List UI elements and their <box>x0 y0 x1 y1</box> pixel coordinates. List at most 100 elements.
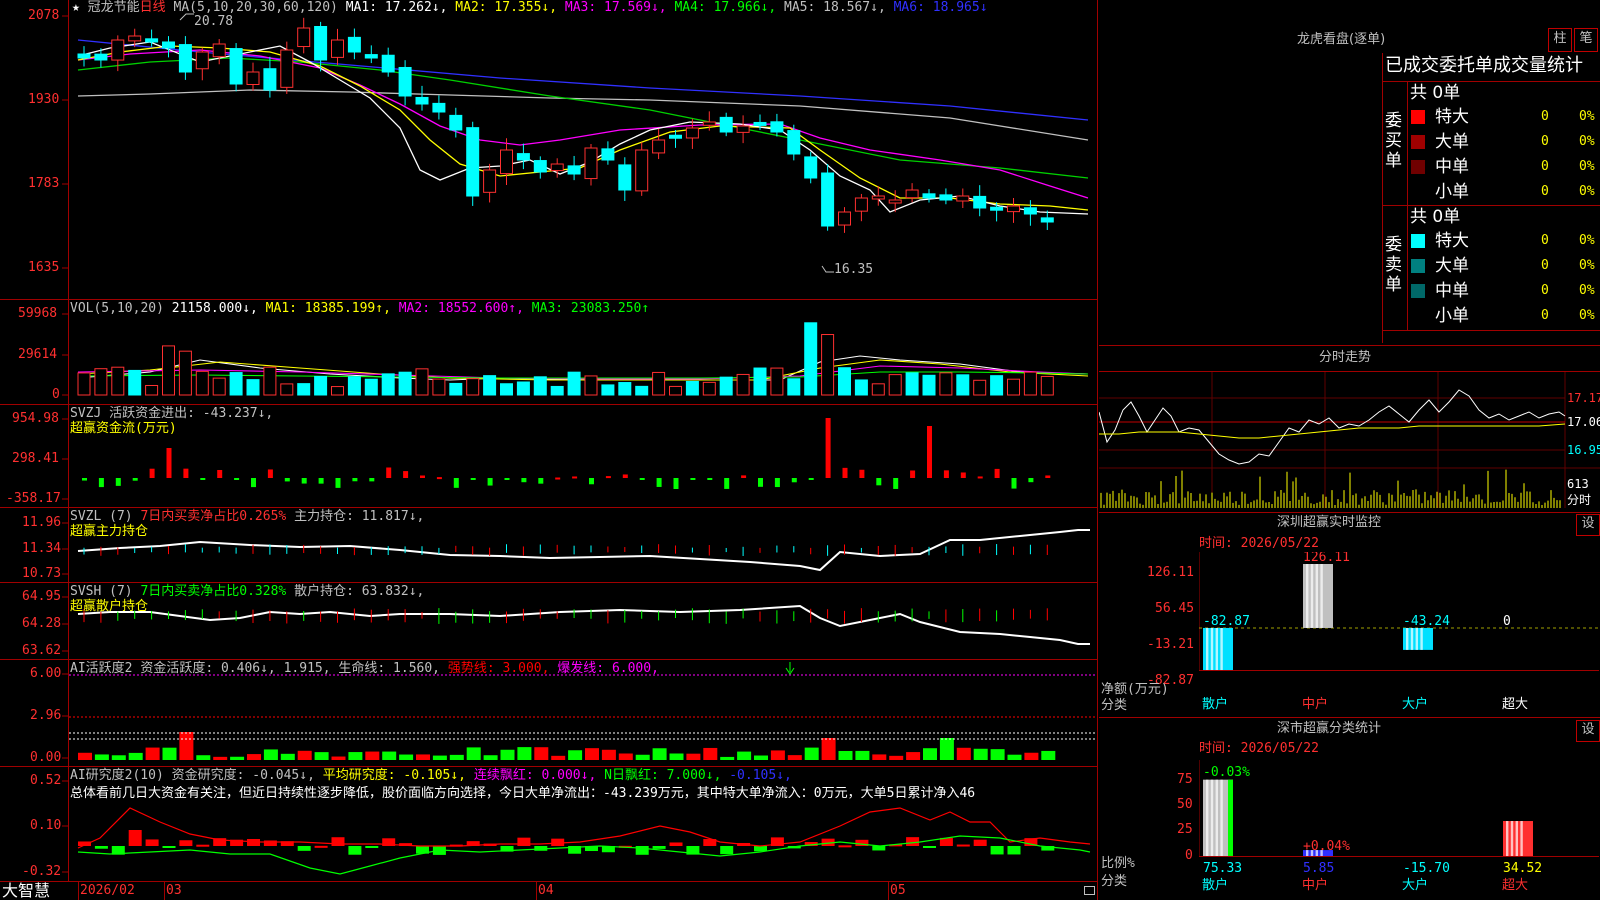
volume-bar <box>381 373 395 396</box>
money-flow-bar <box>724 478 730 489</box>
volume-bar <box>77 372 91 396</box>
activity-bar <box>314 752 329 760</box>
svzl-axis-label: 11.34 <box>22 541 62 556</box>
money-flow-bar <box>149 468 155 478</box>
intraday-chart[interactable] <box>1099 372 1600 512</box>
monitor-settings-button[interactable]: 设 <box>1576 514 1600 536</box>
sell-swatch <box>1411 284 1425 298</box>
svsh-axis-label: 63.62 <box>22 643 62 658</box>
category-label: 大户 <box>1402 878 1429 893</box>
research-bar <box>754 846 767 852</box>
sell-swatch <box>1411 234 1425 248</box>
lock-icon[interactable] <box>1084 886 1095 895</box>
candle <box>347 36 361 53</box>
ratio-bar <box>1203 779 1233 856</box>
volume-bar <box>212 377 226 396</box>
money-flow-bar <box>1045 475 1051 478</box>
candle <box>364 54 378 59</box>
candle <box>550 163 564 172</box>
volume-bar <box>94 368 108 396</box>
buy-row-name: 中单 <box>1435 157 1469 177</box>
bar-mode-button[interactable]: 柱 <box>1548 28 1572 52</box>
money-flow-bar <box>1011 478 1017 489</box>
ai-research-summary: 总体看前几日大资金有关注，但近日持续性逐步降低，股价面临方向选择，今日大单净流出… <box>70 786 976 801</box>
research-bar <box>128 830 142 846</box>
activity-bar <box>247 754 261 760</box>
category-label: 散户 <box>1202 697 1229 712</box>
ma6-value: MA6: 18.965↓ <box>893 0 988 15</box>
activity-bar <box>1041 750 1056 760</box>
candle <box>939 194 953 201</box>
ma4-value: MA4: 17.966↓, <box>674 0 777 15</box>
research-bar <box>923 846 936 848</box>
monitor-axis-label: -13.21 <box>1147 637 1194 652</box>
volume-bar <box>905 372 919 396</box>
vol-ma1: MA1: 18385.199↑, <box>265 301 391 316</box>
svzl-header: SVZL (7) 7日内买卖净占比0.265% 主力持仓: 11.817↓, <box>70 509 424 525</box>
intraday-axis-label: 17.17 <box>1567 391 1600 405</box>
research-bar <box>517 837 531 846</box>
buy-row-percent: 0% <box>1579 159 1595 174</box>
svsh-spec: SVSH (7) <box>70 584 133 599</box>
sell-row-value: 0 <box>1541 283 1549 298</box>
candle <box>905 189 919 199</box>
volume-bar <box>246 379 260 396</box>
monitor-chart[interactable]: -82.87 126.11 -43.24 0 <box>1199 552 1599 712</box>
main-chart-area[interactable]: 2078 1930 1783 1635 59968 29614 0 954.98… <box>0 0 1098 900</box>
ratio-value: -15.70 <box>1403 861 1450 876</box>
chart-canvas[interactable] <box>0 0 1098 900</box>
volume-bar <box>111 366 125 396</box>
classify-chart[interactable]: 75.33 5.85 -15.70 34.52 -0.03% +0.04% <box>1199 760 1599 880</box>
volume-bar <box>635 385 649 396</box>
volume-bar <box>804 322 818 396</box>
money-flow-bar <box>217 469 223 478</box>
date-label: 05 <box>890 883 906 898</box>
monitor-ylabel: 净额(万元) <box>1101 682 1169 697</box>
activity-bar <box>737 751 752 760</box>
activity-bar <box>382 751 397 760</box>
money-flow-bar <box>318 478 324 484</box>
money-flow-bar <box>183 468 189 478</box>
volume-bar <box>550 385 564 396</box>
favorite-star-icon[interactable]: ★ <box>72 0 80 15</box>
volume-bar <box>821 334 835 396</box>
candle <box>415 96 429 105</box>
candle <box>854 197 868 212</box>
tick-mode-button[interactable]: 笔 <box>1574 28 1598 52</box>
money-flow-bar <box>453 478 459 488</box>
research-bar <box>973 839 987 846</box>
sell-side-label: 委卖单 <box>1385 235 1402 295</box>
volume-bar <box>1023 371 1037 396</box>
vol-ma3: MA3: 23083.250↑ <box>531 301 650 316</box>
candle <box>263 68 277 91</box>
app-logo[interactable]: 大智慧 <box>2 882 50 900</box>
sell-row-percent: 0% <box>1579 308 1595 323</box>
research-bar <box>990 846 1004 855</box>
money-flow-bar <box>741 475 747 478</box>
ratio-value: 75.33 <box>1203 861 1242 876</box>
activity-bar <box>906 752 921 760</box>
svzj-axis-label: -358.17 <box>6 491 61 506</box>
candle <box>1023 207 1037 215</box>
research-bar <box>179 840 193 846</box>
divider <box>1099 512 1600 513</box>
buy-row-percent: 0% <box>1579 134 1595 149</box>
ratio-change: -0.03% <box>1203 765 1250 780</box>
svzl-hold: 主力持仓: 11.817↓, <box>294 509 425 524</box>
activity-bar <box>686 753 701 760</box>
volume-bar <box>263 366 277 396</box>
classify-settings-button[interactable]: 设 <box>1576 720 1600 742</box>
intraday-title: 分时走势 <box>1319 350 1372 365</box>
activity-bar <box>517 747 532 760</box>
candle <box>314 26 328 61</box>
activity-bar <box>534 747 549 760</box>
candle <box>601 148 615 161</box>
activity-bar <box>297 750 312 760</box>
money-flow-bar <box>605 476 611 479</box>
volume-bar <box>483 375 497 396</box>
activity-bar <box>787 755 802 760</box>
ratio-value: 34.52 <box>1503 861 1542 876</box>
svzj-line2: 超赢资金流(万元) <box>70 421 177 436</box>
net-flow-value: 126.11 <box>1303 552 1350 565</box>
period-label[interactable]: 日线 <box>140 0 166 15</box>
